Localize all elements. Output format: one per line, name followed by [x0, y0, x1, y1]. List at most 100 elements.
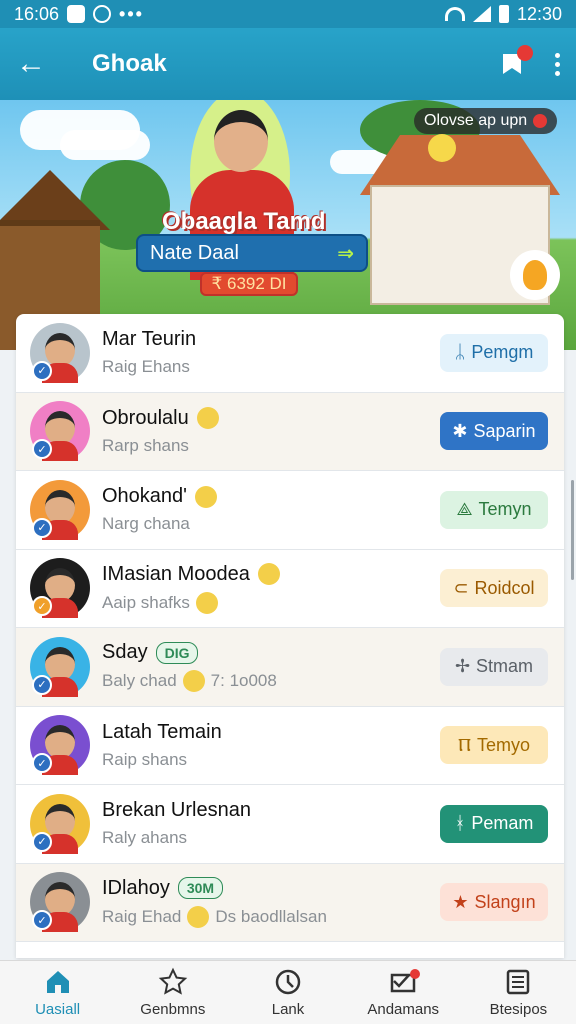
hero-name-button[interactable]: Nate Daal ⇒: [136, 234, 368, 272]
contact-subtitle: Raly ahans: [102, 828, 188, 848]
chip-close-icon: [533, 114, 548, 128]
action-label: Pemgm: [471, 342, 534, 363]
list-item-info: Brekan Urlesnan Raly ahans: [102, 799, 440, 848]
status-badge: ✓: [32, 831, 52, 852]
row-action-button[interactable]: ᛦ Pemgm: [440, 333, 548, 372]
avatar: ✓: [30, 558, 90, 619]
row-action-button[interactable]: Ⲡ Temyo: [440, 726, 548, 765]
nav-label: Lank: [271, 1001, 305, 1018]
list-item[interactable]: ✓ IDlahoy 30M Raig Ehad Ds baodllalsan ★…: [16, 863, 564, 942]
nav-label: Uasiall: [35, 1001, 81, 1018]
action-icon: ✱: [452, 420, 468, 441]
sync-icon: [93, 5, 112, 23]
arrow-left-icon[interactable]: ←: [16, 47, 56, 81]
list-item[interactable]: ✓ Sday DIG Baly chad 7: 1o008 ✢ Stmam: [16, 628, 564, 707]
avatar: ✓: [30, 636, 90, 697]
list-item[interactable]: ✓ Ohokand' Narg chana ⟁ Temyn: [16, 471, 564, 550]
list-item-info: Mar Teurin Raig Ehans: [102, 328, 440, 377]
list-item-info: IDlahoy 30M Raig Ehad Ds baodllalsan: [102, 877, 440, 928]
contact-tag: 30M: [177, 877, 224, 900]
action-icon: ᛦ: [454, 342, 466, 363]
nav-item-star[interactable]: Genbmns: [115, 961, 230, 1024]
action-label: Temyo: [477, 734, 531, 755]
contact-name: Ohokand': [102, 485, 187, 508]
action-icon: ᚼ: [454, 813, 466, 834]
nav-item-list[interactable]: Btesipos: [461, 961, 576, 1024]
row-action-button[interactable]: ⊂ Roidcol: [440, 569, 548, 608]
list-item[interactable]: ✓ Brekan Urlesnan Raly ahans ᚼ Pemam: [16, 785, 564, 864]
page-title: Ghoak: [92, 50, 167, 77]
action-icon: ✢: [454, 656, 471, 677]
nav-label: Btesipos: [489, 1001, 548, 1018]
action-label: Slangın: [474, 891, 536, 912]
row-action-button[interactable]: ⟁ Temyn: [440, 490, 548, 529]
notifications-button[interactable]: [499, 45, 533, 77]
avatar: ✓: [30, 872, 90, 933]
hero-chip[interactable]: Olovse ap upn: [414, 108, 558, 134]
row-action-button[interactable]: ᚼ Pemam: [440, 804, 548, 843]
hero-fab-button[interactable]: [510, 250, 560, 300]
hero-banner: Obaagla Tamd Nate Daal ⇒ ₹ 6392 DI Olovs…: [0, 100, 576, 350]
nav-item-home[interactable]: Uasiall: [0, 961, 115, 1024]
contact-name: Obroulalu: [102, 406, 189, 429]
list-item-info: IMasian Moodea Aaip shafks: [102, 563, 440, 614]
overflow-menu-icon[interactable]: [555, 52, 560, 76]
emoji-icon: [187, 905, 210, 928]
more-notifications-icon: •••: [119, 3, 144, 24]
action-label: Temyn: [478, 499, 532, 520]
status-badge: ✓: [32, 674, 52, 695]
row-action-button[interactable]: ✢ Stmam: [440, 647, 548, 686]
contact-name: Sday: [102, 641, 148, 664]
contact-subtitle: Narg chana: [102, 514, 190, 534]
avatar: ✓: [30, 793, 90, 854]
contact-subtitle: Aaip shafks: [102, 592, 190, 612]
nav-item-mail[interactable]: Andamans: [346, 961, 461, 1024]
contact-tag: DIG: [155, 641, 199, 664]
row-action-button[interactable]: ★ Slangın: [440, 883, 548, 922]
contact-name: Latah Temain: [102, 720, 222, 743]
contact-name: Brekan Urlesnan: [102, 799, 251, 822]
battery-icon: [498, 5, 509, 23]
status-clock: 12:30: [516, 3, 562, 24]
contact-subtitle: Baly chad: [102, 671, 177, 691]
clock-icon: [273, 967, 303, 997]
row-action-button[interactable]: ✱ Saparin: [440, 412, 548, 451]
list-item-info: Obroulalu Rarp shans: [102, 407, 440, 456]
status-badge: ✓: [32, 517, 52, 538]
wifi-icon: [444, 7, 465, 21]
emoji-icon: [196, 407, 219, 430]
list-item-info: Ohokand' Narg chana: [102, 485, 440, 534]
notification-icon: [67, 5, 86, 23]
nav-label: Andamans: [367, 1001, 440, 1018]
emoji-icon: [257, 563, 280, 586]
list-item[interactable]: ✓ Latah Temain Raip shans Ⲡ Temyo: [16, 707, 564, 785]
list-icon: [503, 967, 533, 997]
action-icon: ⊂: [453, 577, 469, 598]
bag-icon: [523, 260, 547, 290]
list-item[interactable]: ✓ Obroulalu Rarp shans ✱ Saparin: [16, 392, 564, 471]
scrollbar[interactable]: [571, 480, 574, 580]
contact-subtitle: Raig Ehad: [102, 906, 182, 926]
contact-subtitle: Raig Ehans: [102, 357, 190, 377]
contact-list: ✓ Mar Teurin Raig Ehans ᛦ Pemgm ✓ Obroul: [16, 314, 564, 958]
notification-badge: [517, 45, 533, 61]
contact-name: IMasian Moodea: [102, 562, 250, 585]
bottom-navigation: Uasiall Genbmns Lank Andamans Btesipos: [0, 960, 576, 1024]
list-item[interactable]: ✓ IMasian Moodea Aaip shafks ⊂ Roidcol: [16, 550, 564, 628]
action-icon: ⟁: [456, 499, 473, 520]
home-icon: [43, 967, 73, 997]
forward-arrow-icon: ⇒: [337, 242, 354, 265]
hero-name-label: Nate Daal: [150, 241, 239, 264]
list-item-info: Sday DIG Baly chad 7: 1o008: [102, 641, 440, 693]
list-item[interactable]: ✓ Mar Teurin Raig Ehans ᛦ Pemgm: [16, 314, 564, 393]
nav-item-clock[interactable]: Lank: [230, 961, 345, 1024]
hero-chip-label: Olovse ap upn: [424, 112, 528, 129]
emoji-icon: [195, 485, 217, 508]
contact-subtitle: Rarp shans: [102, 435, 189, 455]
hero-code: ₹ 6392 DI: [200, 272, 298, 296]
list-item-info: Latah Temain Raip shans: [102, 721, 440, 770]
notification-dot: [409, 969, 420, 979]
status-badge: ✓: [32, 360, 52, 381]
status-time: 16:06: [14, 3, 60, 24]
avatar: ✓: [30, 479, 90, 540]
